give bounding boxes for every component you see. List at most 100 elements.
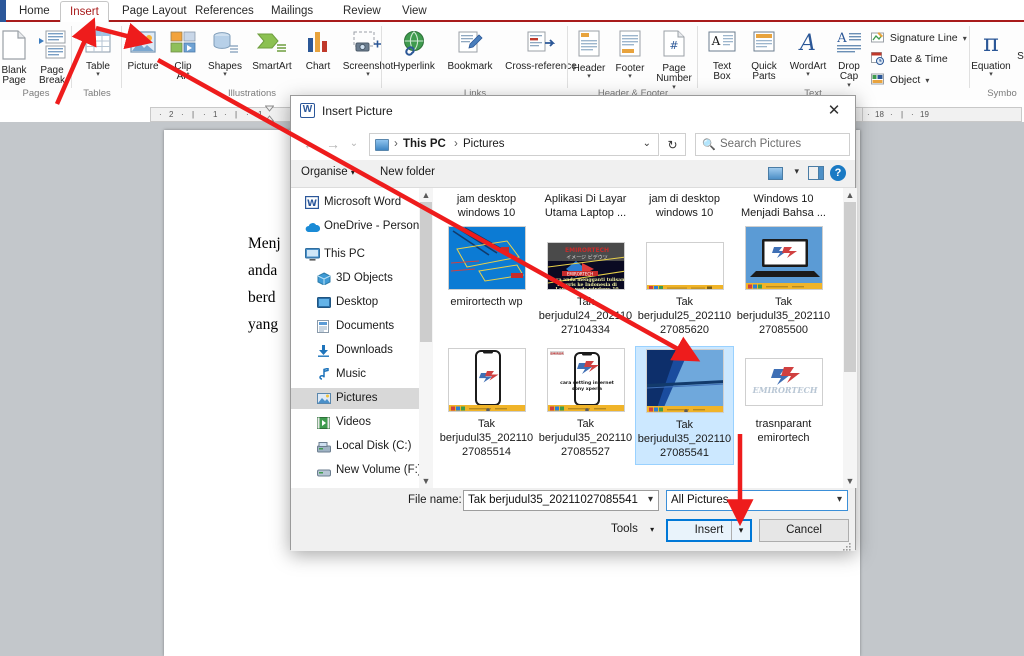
tools-button[interactable]: Tools ▾ bbox=[611, 523, 654, 535]
file-list-scrollbar[interactable]: ▲ ▼ bbox=[843, 188, 857, 488]
sidebar-item-this-pc[interactable]: This PC bbox=[291, 244, 419, 265]
bookmark-button[interactable]: Bookmark bbox=[441, 30, 499, 72]
file-tile[interactable]: Tak berjudul35_20211027085500 bbox=[734, 226, 833, 341]
new-folder-button[interactable]: New folder bbox=[380, 166, 435, 178]
smartart-button[interactable]: SmartArt bbox=[245, 30, 299, 72]
footer-caret-icon[interactable]: ▾ bbox=[610, 73, 650, 80]
chevron-down-icon[interactable]: ⌄ bbox=[643, 138, 651, 149]
clip-art-button[interactable]: Clip Art bbox=[164, 30, 202, 83]
tab-review[interactable]: Review bbox=[334, 2, 390, 22]
insert-picture-dialog[interactable]: W Insert Picture ✕ ← → ⌄ ↑ › This PC › P… bbox=[290, 95, 857, 551]
chevron-down-icon[interactable]: ▾ bbox=[837, 494, 842, 505]
close-icon[interactable]: ✕ bbox=[813, 96, 855, 126]
sidebar-item-documents[interactable]: Documents bbox=[291, 316, 419, 337]
insert-dropdown-icon[interactable]: ▾ bbox=[731, 521, 750, 540]
hyperlink-button[interactable]: Hyperlink bbox=[386, 30, 442, 72]
ribbon-group-links: Hyperlink Bookmark Cross-reference Links bbox=[382, 22, 577, 100]
tab-page-layout[interactable]: Page Layout bbox=[113, 2, 196, 22]
page-break-button[interactable]: Page Break bbox=[31, 30, 73, 87]
sidebar-item-new-volume-f[interactable]: New Volume (F:) bbox=[291, 460, 419, 481]
back-icon[interactable]: ← bbox=[299, 132, 321, 156]
signature-line-caret-icon[interactable]: ▾ bbox=[961, 34, 967, 43]
tab-insert[interactable]: Insert bbox=[60, 1, 109, 22]
tab-view[interactable]: View bbox=[393, 2, 436, 22]
horizontal-ruler-right[interactable]: · 18 · | · 19 bbox=[862, 107, 1022, 122]
table-button[interactable]: Table ▾ bbox=[76, 30, 120, 78]
file-list-pane[interactable]: jam desktop windows 10 Aplikasi Di Layar… bbox=[433, 188, 843, 488]
svg-text:cara setting internet: cara setting internet bbox=[560, 380, 615, 386]
signature-line-button[interactable]: Signature Line ▾ bbox=[871, 31, 967, 48]
header-button[interactable]: Header ▾ bbox=[568, 30, 610, 80]
blank-page-button[interactable]: Blank Page bbox=[0, 30, 32, 87]
file-tile[interactable]: emirortecth wp bbox=[437, 226, 536, 341]
scroll-down-icon[interactable]: ▼ bbox=[419, 474, 433, 488]
file-tile[interactable]: Tak berjudul25_20211027085620 bbox=[635, 226, 734, 341]
chevron-down-icon[interactable]: ▾ bbox=[794, 166, 799, 177]
address-bar[interactable]: › This PC › Pictures ⌄ bbox=[369, 133, 659, 156]
chart-button[interactable]: Chart bbox=[299, 30, 337, 72]
tab-mailings[interactable]: Mailings bbox=[262, 2, 322, 22]
wordart-button[interactable]: A WordArt ▾ bbox=[786, 30, 830, 78]
chevron-down-icon[interactable]: ▾ bbox=[648, 494, 653, 505]
symbol-button[interactable]: Sy bbox=[1013, 51, 1024, 63]
sidebar-item-desktop[interactable]: Desktop bbox=[291, 292, 419, 313]
sidebar-item-videos[interactable]: Videos bbox=[291, 412, 419, 433]
equation-button[interactable]: π Equation ▾ bbox=[968, 29, 1014, 78]
insert-button[interactable]: Insert ▾ bbox=[666, 519, 752, 542]
sidebar-item-downloads[interactable]: Downloads bbox=[291, 340, 419, 361]
table-caret-icon[interactable]: ▾ bbox=[76, 71, 120, 78]
preview-pane-icon[interactable] bbox=[808, 166, 824, 180]
breadcrumb-pictures[interactable]: Pictures bbox=[463, 138, 505, 150]
sidebar-item-music[interactable]: Music bbox=[291, 364, 419, 385]
file-tile-selected[interactable]: Tak berjudul35_20211027085541 bbox=[635, 346, 734, 465]
documents-icon bbox=[317, 320, 331, 333]
refresh-icon[interactable]: ↻ bbox=[660, 133, 686, 156]
sidebar-item-onedrive[interactable]: OneDrive - Person bbox=[291, 216, 419, 237]
sidebar-item-3d-objects[interactable]: 3D Objects bbox=[291, 268, 419, 289]
scrollbar-thumb[interactable] bbox=[844, 202, 856, 372]
scroll-up-icon[interactable]: ▲ bbox=[419, 188, 433, 202]
file-tile[interactable]: EMIRORTECH trasnparant emirortech bbox=[734, 348, 833, 463]
text-box-button[interactable]: A Text Box bbox=[702, 30, 742, 83]
sidebar-item-pictures[interactable]: Pictures bbox=[291, 388, 419, 409]
view-layout-icon[interactable] bbox=[768, 167, 783, 180]
navigation-scrollbar[interactable]: ▲ ▼ bbox=[419, 188, 433, 488]
date-time-button[interactable]: Date & Time bbox=[871, 52, 948, 69]
scrollbar-thumb[interactable] bbox=[420, 202, 432, 342]
forward-icon[interactable]: → bbox=[322, 132, 344, 156]
resize-grip[interactable] bbox=[842, 539, 852, 551]
tab-references[interactable]: References bbox=[186, 2, 263, 22]
sidebar-item-microsoft-word[interactable]: W Microsoft Word bbox=[291, 192, 419, 213]
file-tile[interactable]: EMIRORTECH イメージ ビデウツ EMIRORTECH Cara and… bbox=[536, 226, 635, 341]
help-icon[interactable]: ? bbox=[830, 165, 846, 181]
picture-button[interactable]: Picture bbox=[122, 30, 164, 72]
shapes-caret-icon[interactable]: ▾ bbox=[205, 71, 245, 78]
header-caret-icon[interactable]: ▾ bbox=[568, 73, 610, 80]
cancel-button[interactable]: Cancel bbox=[759, 519, 849, 542]
file-name-input[interactable]: Tak berjudul35_20211027085541 ▾ bbox=[463, 490, 659, 511]
search-input[interactable]: Search Pictures bbox=[720, 138, 801, 150]
footer-button[interactable]: Footer ▾ bbox=[610, 30, 650, 80]
tab-home[interactable]: Home bbox=[10, 2, 59, 22]
scroll-down-icon[interactable]: ▼ bbox=[843, 474, 857, 488]
organise-button[interactable]: Organise ▾ bbox=[301, 166, 355, 178]
ruler-mark-1b: 1 bbox=[258, 110, 263, 119]
equation-caret-icon[interactable]: ▾ bbox=[968, 71, 1014, 78]
object-caret-icon[interactable]: ▾ bbox=[923, 76, 929, 85]
scroll-up-icon[interactable]: ▲ bbox=[843, 188, 857, 202]
wordart-caret-icon[interactable]: ▾ bbox=[786, 71, 830, 78]
breadcrumb-this-pc[interactable]: This PC bbox=[403, 138, 446, 150]
file-tile[interactable]: EMIROR cara setting internet sony xperia bbox=[536, 348, 635, 463]
drop-cap-button[interactable]: A Drop Cap ▾ bbox=[829, 30, 869, 89]
search-box[interactable]: 🔍 Search Pictures bbox=[695, 133, 850, 156]
quick-parts-button[interactable]: Quick Parts bbox=[742, 30, 786, 83]
indent-marker[interactable] bbox=[264, 105, 275, 123]
shapes-button[interactable]: Shapes ▾ bbox=[205, 30, 245, 78]
sidebar-item-local-disk-c[interactable]: Local Disk (C:) bbox=[291, 436, 419, 457]
file-thumbnail bbox=[744, 226, 823, 290]
page-number-button[interactable]: # Page Number ▾ bbox=[650, 30, 698, 91]
dialog-title-bar[interactable]: W Insert Picture ✕ bbox=[291, 96, 855, 128]
file-type-select[interactable]: All Pictures ▾ bbox=[666, 490, 848, 511]
file-tile[interactable]: Tak berjudul35_20211027085514 bbox=[437, 348, 536, 463]
file-name-label: File name: bbox=[408, 494, 462, 506]
